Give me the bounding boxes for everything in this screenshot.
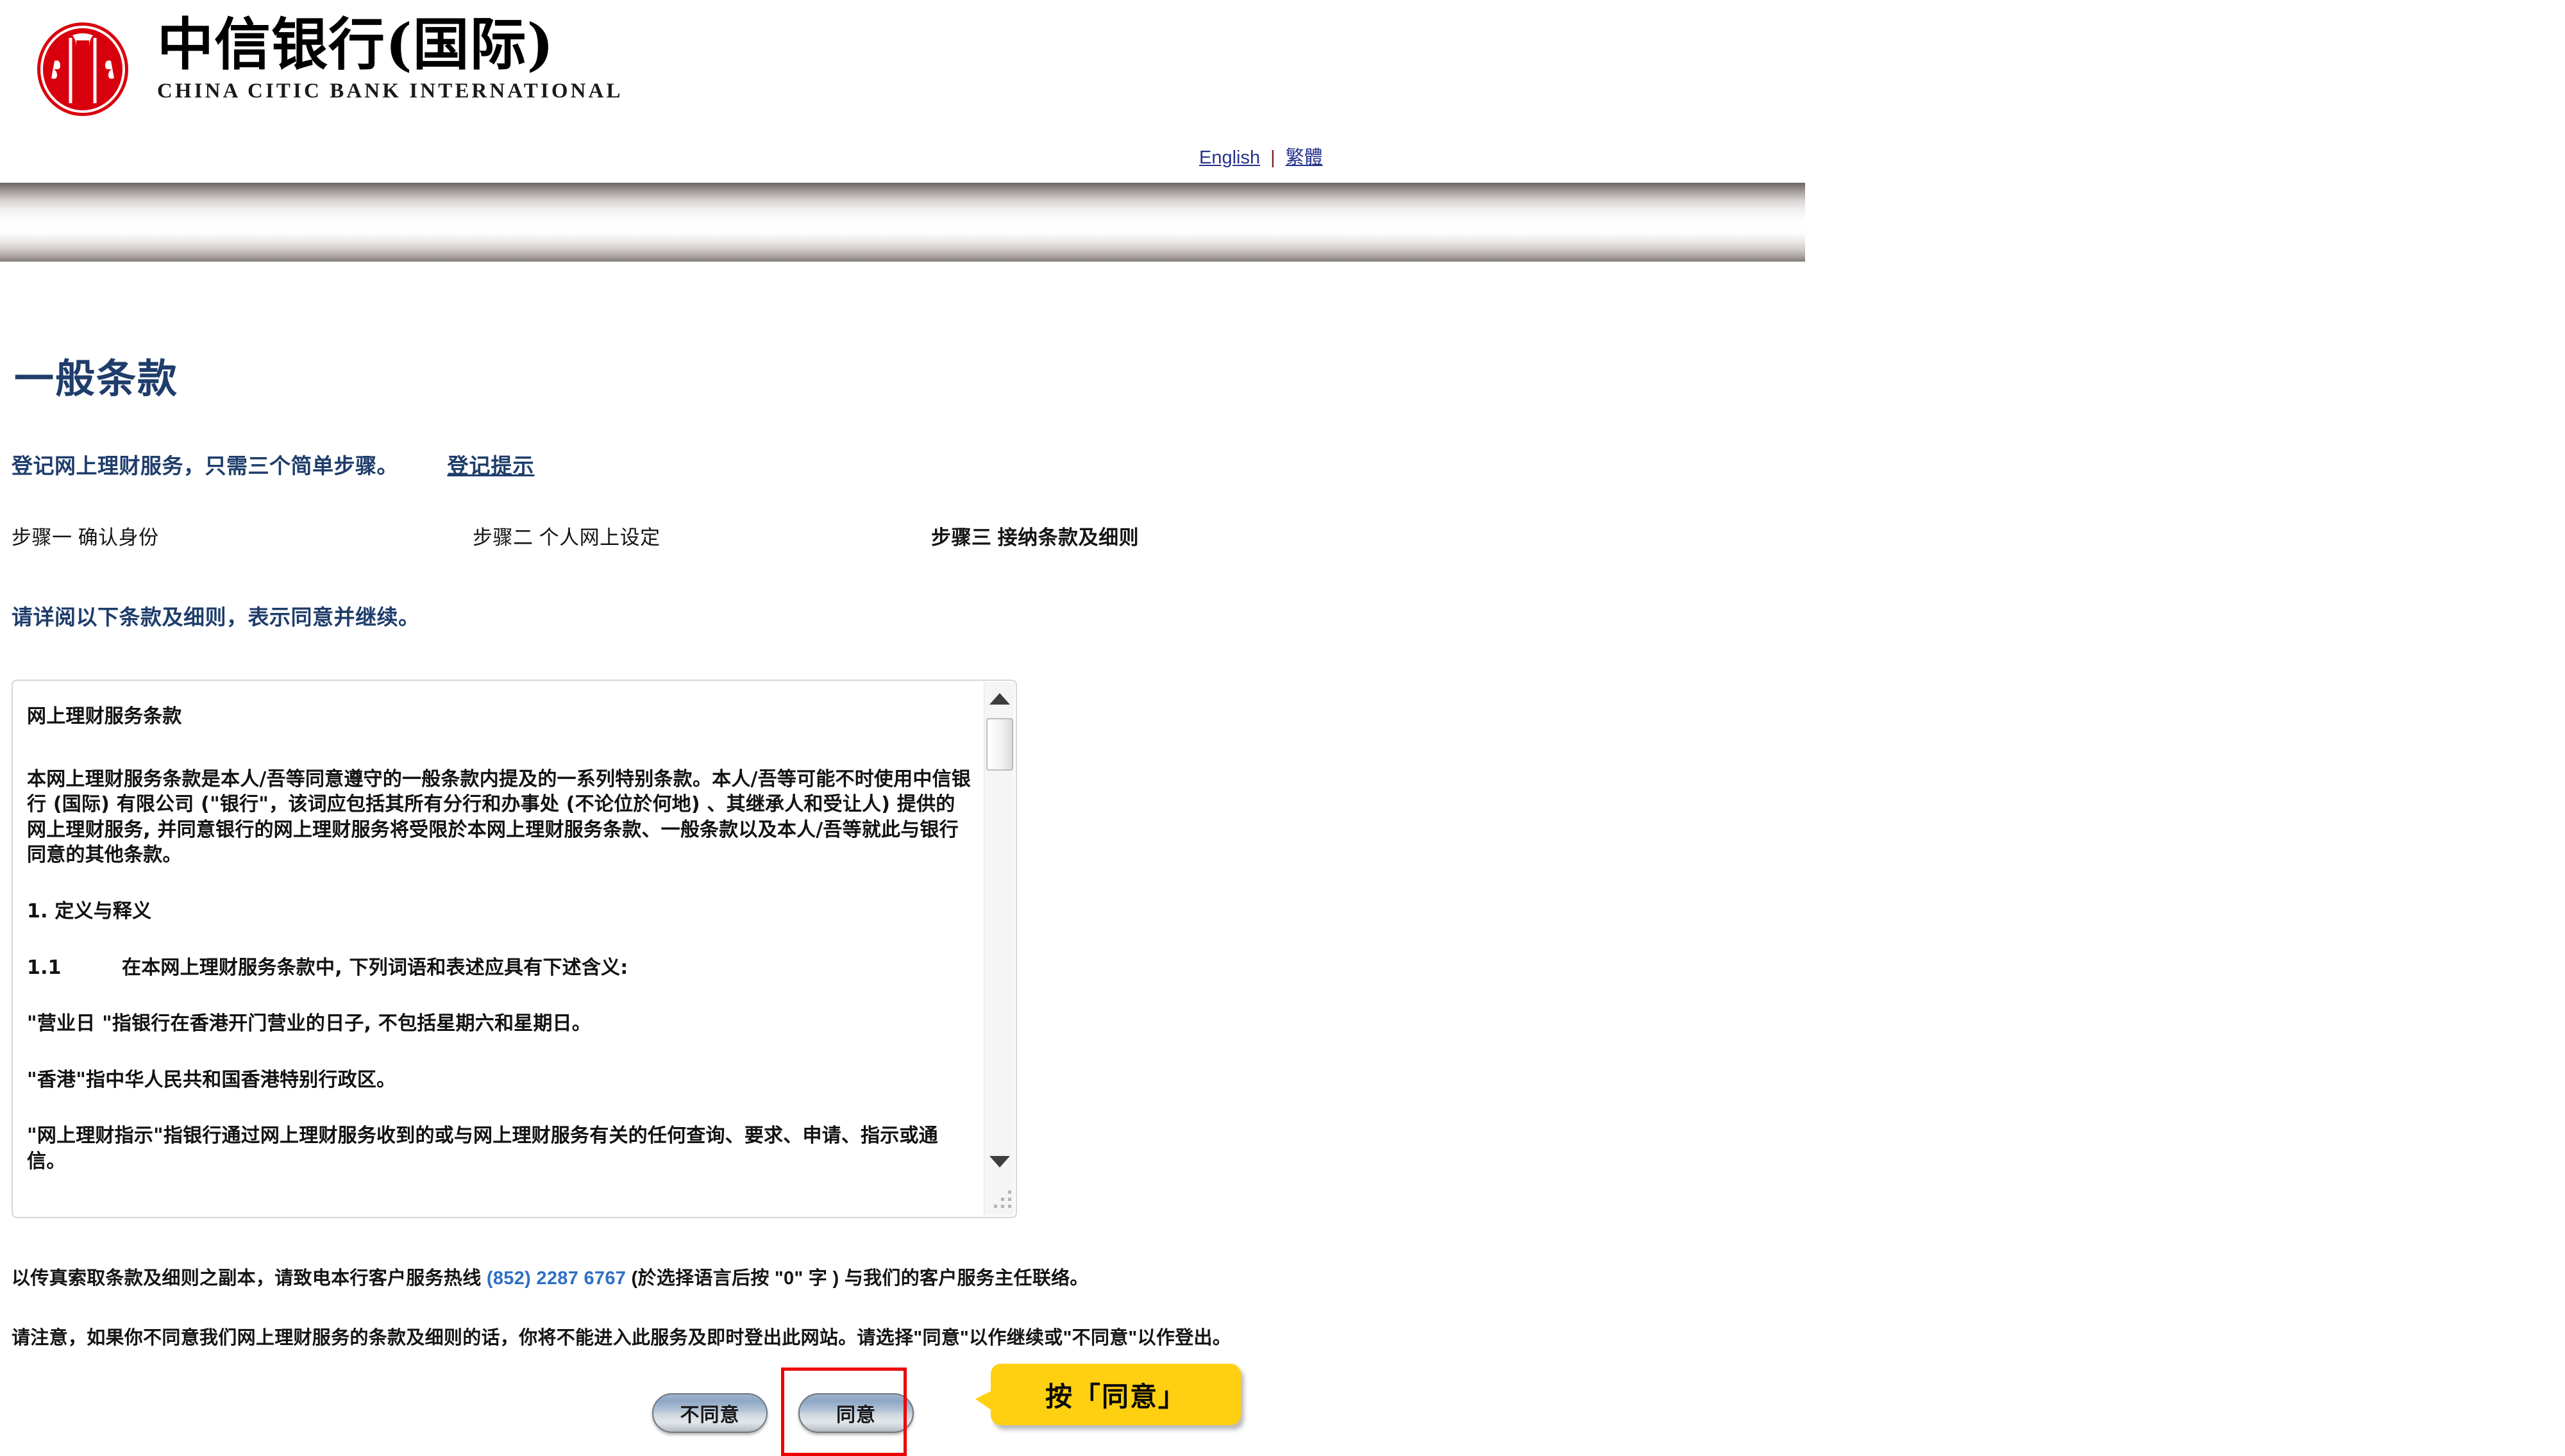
scrollbar-thumb[interactable] [986, 718, 1013, 771]
step-indicator: 步骤一 确认身份 步骤二 个人网上设定 步骤三 接纳条款及细则 [0, 521, 1282, 553]
scroll-down-arrow-icon[interactable] [984, 1145, 1015, 1178]
fax-note-before: 以传真索取条款及细则之副本，请致电本行客户服务热线 [12, 1268, 487, 1289]
terms-scrollbar[interactable] [984, 682, 1014, 1216]
brand-name-cn: 中信银行(国际) [157, 11, 555, 78]
disagree-button[interactable]: 不同意 [652, 1393, 768, 1433]
terms-definition-hong-kong: "香港"指中华人民共和国香港特别行政区。 [27, 1068, 396, 1091]
page-title: 一般条款 [14, 355, 179, 402]
registration-subtitle: 登记网上理财服务，只需三个简单步骤。 [12, 454, 398, 478]
language-link-english[interactable]: English [1199, 147, 1260, 168]
fax-note-after: (於选择语言后按 "0" 字 ) 与我们的客户服务主任联络。 [626, 1268, 1089, 1289]
language-separator: | [1270, 147, 1275, 168]
action-button-row: 不同意 同意 [0, 1368, 1539, 1456]
agree-callout-bubble: 按「同意」 [975, 1364, 1241, 1425]
language-switcher[interactable]: English | 繁體 [1199, 142, 1323, 169]
header-divider-bar-top [0, 183, 1805, 234]
callout-pointer-icon [975, 1391, 992, 1410]
customer-service-phone: (852) 2287 6767 [486, 1268, 627, 1289]
clause-text: 在本网上理财服务条款中, 下列词语和表述应具有下述含义: [122, 956, 628, 979]
site-header: 中信银行(国际) CHINA CITIC BANK INTERNATIONAL … [0, 0, 1805, 183]
resize-grip-icon[interactable] [989, 1191, 1011, 1212]
fax-request-note: 以传真索取条款及细则之副本，请致电本行客户服务热线 (852) 2287 676… [12, 1263, 1089, 1290]
terms-section-1-title: 1. 定义与释义 [27, 900, 152, 923]
brand-name-en: CHINA CITIC BANK INTERNATIONAL [157, 79, 623, 103]
step-item-2: 步骤二 个人网上设定 [473, 526, 660, 549]
terms-definition-instruction: "网上理财指示"指银行通过网上理财服务收到的或与网上理财服务有关的任何查询、要求… [27, 1125, 938, 1173]
brand-wordmark: 中信银行(国际) CHINA CITIC BANK INTERNATIONAL [157, 16, 623, 103]
terms-definition-business-day: "营业日 "指银行在香港开门营业的日子, 不包括星期六和星期日。 [27, 1012, 591, 1035]
step-item-1: 步骤一 确认身份 [12, 526, 159, 549]
terms-clause-1-1: 1.1 在本网上理财服务条款中, 下列词语和表述应具有下述含义: [27, 955, 973, 981]
terms-text-content[interactable]: 网上理财服务条款 本网上理财服务条款是本人/吾等同意遵守的一般条款内提及的一系列… [13, 681, 982, 1217]
terms-heading: 网上理财服务条款 [27, 705, 182, 728]
registration-hint-link[interactable]: 登记提示 [447, 454, 534, 478]
clause-number: 1.1 [27, 956, 62, 979]
agree-button-highlight [781, 1368, 907, 1456]
brand-logo[interactable]: 中信银行(国际) CHINA CITIC BANK INTERNATIONAL [35, 16, 623, 117]
step-item-3: 步骤三 接纳条款及细则 [931, 526, 1140, 549]
header-divider-bar-bottom [0, 231, 1805, 262]
terms-paragraph-1: 本网上理财服务条款是本人/吾等同意遵守的一般条款内提及的一系列特别条款。本人/吾… [27, 767, 971, 867]
terms-instruction: 请详阅以下条款及细则，表示同意并继续。 [12, 605, 420, 629]
citic-logo-mark [37, 22, 128, 116]
scroll-up-arrow-icon[interactable] [984, 682, 1015, 715]
registration-subtitle-row: 登记网上理财服务，只需三个简单步骤。 登记提示 [12, 449, 534, 480]
terms-textarea[interactable]: 网上理财服务条款 本网上理财服务条款是本人/吾等同意遵守的一般条款内提及的一系列… [12, 680, 1017, 1218]
language-link-traditional[interactable]: 繁體 [1286, 147, 1323, 168]
consent-warning-note: 请注意，如果你不同意我们网上理财服务的条款及细则的话，你将不能进入此服务及即时登… [12, 1328, 1232, 1348]
callout-label: 按「同意」 [1045, 1380, 1186, 1412]
